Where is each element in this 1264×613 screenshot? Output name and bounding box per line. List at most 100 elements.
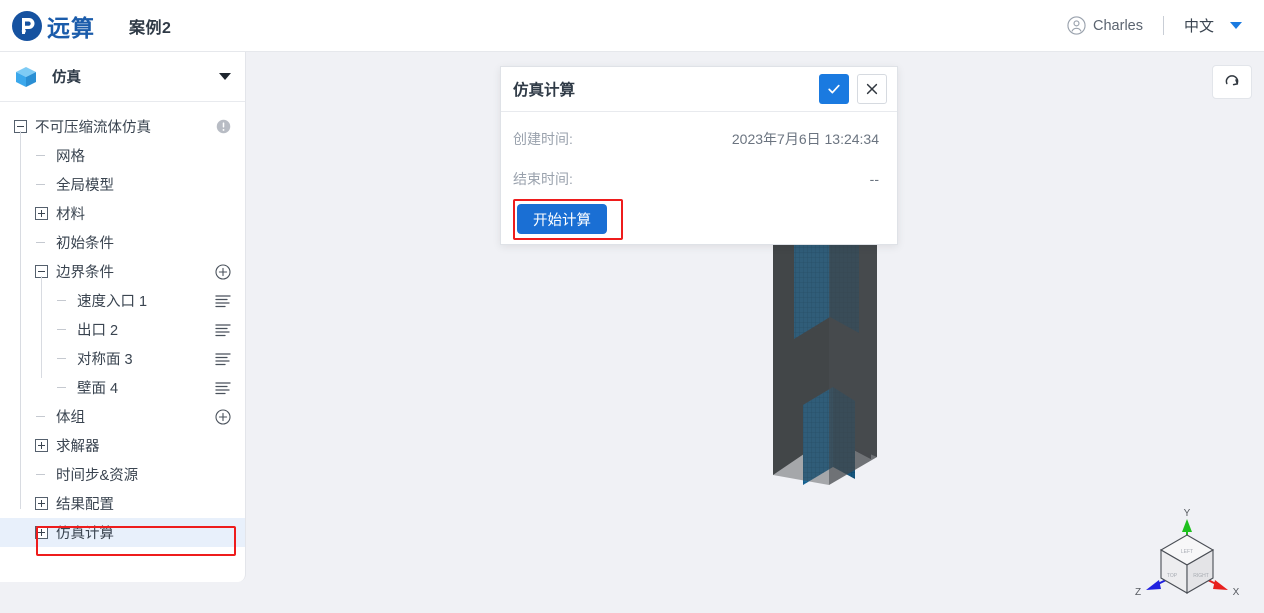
- reset-view-button[interactable]: [1212, 65, 1252, 99]
- tree-node-label: 边界条件: [56, 265, 114, 281]
- user-menu[interactable]: Charles: [1067, 16, 1143, 35]
- close-icon: [866, 83, 878, 95]
- user-name: Charles: [1093, 17, 1143, 34]
- tree-node-label: 对称面 3: [77, 352, 133, 368]
- tree-node-action[interactable]: [215, 408, 231, 425]
- sidebar-panel: 仿真 不可压缩流体仿真网格全局模型材料初始条件边界条件速度入口 1 出口 2 对称面…: [0, 52, 246, 582]
- tree-node[interactable]: 不可压缩流体仿真: [0, 112, 245, 141]
- warning-icon: [216, 119, 231, 134]
- add-icon[interactable]: [215, 263, 231, 280]
- tree-node-action[interactable]: [215, 323, 231, 337]
- tree-node-label: 仿真计算: [56, 526, 114, 542]
- tree-node[interactable]: 壁面 4: [0, 373, 245, 402]
- language-label: 中文: [1183, 18, 1214, 35]
- tree-node-action[interactable]: [215, 263, 231, 280]
- tree-node-label: 初始条件: [56, 236, 114, 252]
- create-time-label: 创建时间:: [513, 130, 573, 147]
- tree-node-label: 时间步&资源: [56, 468, 139, 484]
- tree-node-label: 壁面 4: [77, 381, 119, 397]
- brand-logo[interactable]: 远算: [12, 9, 95, 43]
- dialog-confirm-button[interactable]: [819, 74, 849, 104]
- sidebar-module-selector[interactable]: 仿真: [0, 52, 245, 102]
- tree-node-label: 不可压缩流体仿真: [35, 120, 151, 136]
- tree-node-label: 求解器: [56, 439, 100, 455]
- list-lines-icon[interactable]: [215, 381, 231, 395]
- tree-leaf-connector: [56, 294, 69, 307]
- tree-leaf-connector: [35, 468, 48, 481]
- tree-node-action[interactable]: [215, 294, 231, 308]
- create-time-value: 2023年7月6日 13:24:34: [731, 130, 879, 147]
- dialog-header: 仿真计算: [501, 67, 897, 112]
- tree-node[interactable]: 出口 2: [0, 315, 245, 344]
- tree-leaf-connector: [35, 236, 48, 249]
- tree-node-action[interactable]: [215, 381, 231, 395]
- tree-node[interactable]: 全局模型: [0, 170, 245, 199]
- user-avatar-icon: [1067, 16, 1086, 35]
- tree-leaf-connector: [35, 149, 48, 162]
- tree-leaf-connector: [35, 410, 48, 423]
- cube-icon: [16, 66, 36, 87]
- tree-node[interactable]: 初始条件: [0, 228, 245, 257]
- add-icon[interactable]: [215, 408, 231, 425]
- tree-node-label: 全局模型: [56, 178, 114, 194]
- dialog-header-actions: [819, 74, 887, 104]
- axis-label-x: X: [1233, 587, 1240, 598]
- start-computation-button[interactable]: 开始计算: [517, 204, 607, 234]
- expand-icon[interactable]: [35, 497, 48, 510]
- tree-leaf-connector: [56, 323, 69, 336]
- list-lines-icon[interactable]: [215, 294, 231, 308]
- tree-leaf-connector: [35, 178, 48, 191]
- tree-node-label: 速度入口 1: [77, 294, 148, 310]
- axis-label-z: Z: [1135, 587, 1141, 598]
- tree-node[interactable]: 网格: [0, 141, 245, 170]
- tree-node[interactable]: 体组: [0, 402, 245, 431]
- yuansuan-logo-icon: [12, 10, 42, 41]
- list-lines-icon[interactable]: [215, 323, 231, 337]
- reset-view-icon: [1225, 75, 1239, 86]
- tree-node[interactable]: 求解器: [0, 431, 245, 460]
- language-switcher[interactable]: 中文: [1184, 15, 1242, 36]
- viewport-3d[interactable]: Y Z X LEFT TOP RIGHT 仿真计算 创建时间: 2023年7月6…: [247, 52, 1264, 613]
- tree-node-action[interactable]: [215, 352, 231, 366]
- tree-node-action: [216, 119, 231, 134]
- cube-face-label-right: RIGHT: [1193, 573, 1209, 579]
- expand-icon[interactable]: [35, 207, 48, 220]
- list-lines-icon[interactable]: [215, 352, 231, 366]
- tree-leaf-connector: [56, 352, 69, 365]
- tree-node[interactable]: 时间步&资源: [0, 460, 245, 489]
- tree-node[interactable]: 边界条件: [0, 257, 245, 286]
- app-root: 远算 案例2 Charles 中文 仿真 不可压缩流体仿真 网格 全局模型 材料…: [0, 0, 1264, 613]
- simulation-tree: 不可压缩流体仿真网格全局模型材料初始条件边界条件速度入口 1 出口 2 对称面 3 壁…: [0, 102, 245, 547]
- tree-node[interactable]: 结果配置: [0, 489, 245, 518]
- tree-node-label: 材料: [56, 207, 85, 223]
- axis-label-y: Y: [1184, 508, 1191, 519]
- tree-node[interactable]: 对称面 3: [0, 344, 245, 373]
- dialog-row-create-time: 创建时间: 2023年7月6日 13:24:34: [513, 124, 879, 153]
- tree-node-label: 体组: [56, 410, 85, 426]
- cube-face-label-left: LEFT: [1181, 549, 1193, 555]
- dialog-close-button[interactable]: [857, 74, 887, 104]
- tree-node-label: 结果配置: [56, 497, 114, 513]
- chevron-down-icon: [1230, 22, 1242, 29]
- header-divider: [1162, 16, 1164, 35]
- tree-connector-rail: [41, 276, 42, 378]
- brand-name: 远算: [47, 14, 95, 41]
- tree-node[interactable]: 仿真计算: [0, 518, 245, 547]
- tree-leaf-connector: [56, 381, 69, 394]
- sidebar-module-label: 仿真: [52, 70, 81, 86]
- body-area: 仿真 不可压缩流体仿真网格全局模型材料初始条件边界条件速度入口 1 出口 2 对称面…: [0, 52, 1264, 613]
- cube-face-label-top: TOP: [1167, 573, 1178, 579]
- check-icon: [828, 84, 840, 94]
- end-time-label: 结束时间:: [513, 170, 573, 187]
- end-time-value: --: [869, 170, 879, 187]
- expand-icon[interactable]: [35, 526, 48, 539]
- dialog-row-end-time: 结束时间: --: [513, 164, 879, 193]
- tree-node[interactable]: 材料: [0, 199, 245, 228]
- chevron-down-icon: [219, 73, 231, 80]
- tree-node[interactable]: 速度入口 1: [0, 286, 245, 315]
- axis-orientation-cube[interactable]: Y Z X LEFT TOP RIGHT: [1128, 507, 1246, 607]
- tree-node-label: 网格: [56, 149, 85, 165]
- expand-icon[interactable]: [35, 439, 48, 452]
- simulation-run-dialog: 仿真计算 创建时间: 2023年7月6日 13:24:34 结束时间: -- 开…: [500, 66, 898, 245]
- tree-node-label: 出口 2: [77, 323, 119, 339]
